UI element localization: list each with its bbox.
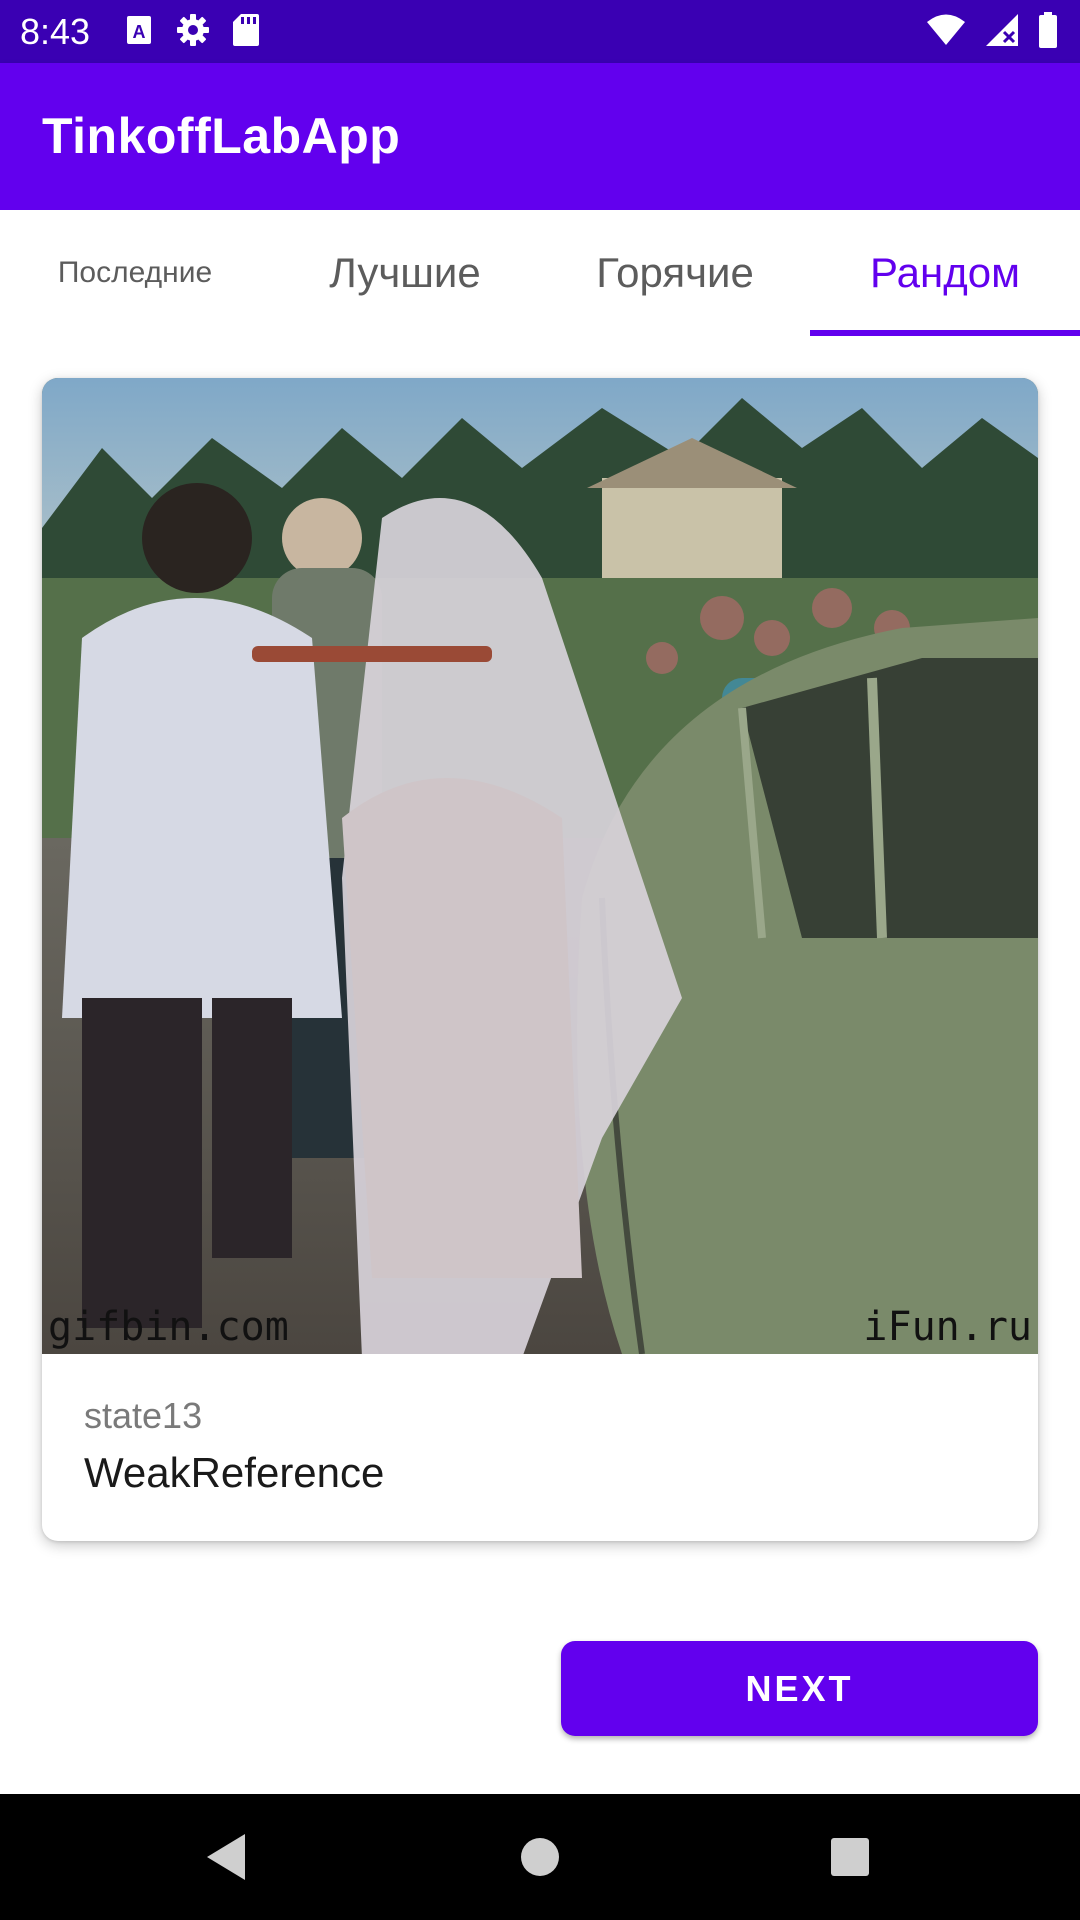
sd-card-icon [233, 14, 259, 46]
settings-gear-icon [177, 14, 209, 46]
nav-recents-button[interactable] [780, 1794, 920, 1920]
status-left-icons: A [124, 12, 260, 48]
status-bar: 8:43 A [0, 0, 1080, 63]
battery-icon [1039, 12, 1057, 48]
tab-indicator [810, 330, 1080, 336]
recents-icon [831, 1838, 869, 1876]
status-time: 8:43 [20, 11, 91, 52]
nav-home-button[interactable] [470, 1794, 610, 1920]
navigation-bar [0, 1794, 1080, 1920]
watermark-right: iFun.ru [863, 1304, 1032, 1350]
watermark-left: gifbin.com [48, 1304, 289, 1350]
post-author: state13 [84, 1395, 203, 1436]
tab-latest[interactable]: Последние [0, 210, 270, 336]
app-bar: TinkoffLabApp [0, 63, 1080, 210]
app-title: TinkoffLabApp [42, 108, 401, 164]
home-icon [521, 1838, 559, 1876]
post-description: WeakReference [84, 1449, 385, 1496]
wifi-icon [927, 14, 965, 45]
tab-random[interactable]: Рандом [810, 210, 1080, 336]
back-icon [207, 1834, 245, 1880]
nav-back-button[interactable] [156, 1794, 296, 1920]
tab-bar: Последние Лучшие Горячие Рандом [0, 210, 1080, 336]
post-card[interactable]: gifbin.com iFun.ru state13 WeakReference [42, 378, 1038, 1541]
next-button[interactable]: NEXT [561, 1641, 1038, 1736]
tab-hot[interactable]: Горячие [540, 210, 810, 336]
svg-text:A: A [133, 22, 146, 42]
signal-icon [986, 14, 1018, 46]
post-image: gifbin.com iFun.ru [42, 378, 1038, 1354]
status-right-icons [926, 12, 1058, 48]
keyboard-a-icon: A [127, 16, 151, 44]
tab-best[interactable]: Лучшие [270, 210, 540, 336]
